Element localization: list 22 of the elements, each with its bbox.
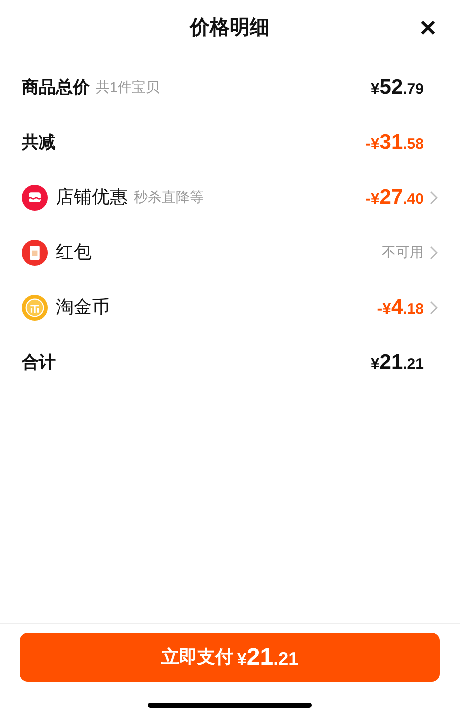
status-text: 不可用 (382, 243, 424, 262)
price: -¥31.58 (366, 130, 424, 156)
row-note: 秒杀直降等 (134, 188, 204, 207)
row-label: 共减 (22, 132, 56, 154)
coin-icon (22, 294, 48, 320)
row-label: 店铺优惠 (56, 186, 128, 209)
row-label: 商品总价 (22, 76, 90, 99)
price: ¥21.21 (370, 350, 424, 376)
price: -¥4.18 (377, 294, 424, 321)
row-label: 合计 (22, 352, 56, 374)
price: ¥52.79 (370, 74, 424, 101)
row-label: 淘金币 (56, 296, 110, 319)
row-label: 红包 (56, 241, 92, 264)
sheet-title: 价格明细 (190, 16, 270, 41)
envelope-icon (22, 240, 48, 266)
price: -¥27.40 (366, 184, 424, 211)
close-button[interactable]: ✕ (414, 14, 442, 42)
row-note: 共1件宝贝 (96, 78, 160, 97)
shop-icon (22, 184, 48, 210)
chevron-right-icon[interactable] (430, 300, 438, 314)
chevron-right-icon[interactable] (430, 246, 438, 260)
chevron-right-icon[interactable] (430, 190, 438, 204)
